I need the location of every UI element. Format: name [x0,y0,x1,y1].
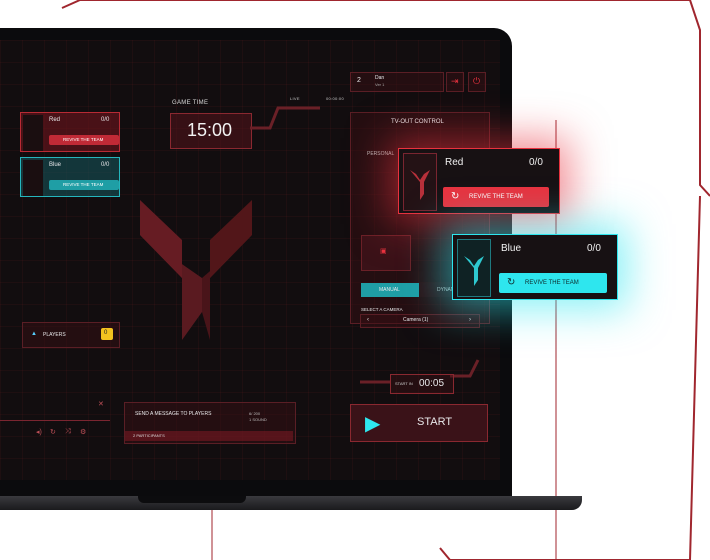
team-name: Red [49,117,61,123]
message-target-select[interactable]: 2 PARTICIPANTS [125,431,293,441]
user-count: 2 [357,77,361,84]
laptop-screen: GAME TIME 15:00 LIVE 00:00:00 2 Dan Ver … [0,40,500,480]
user-role: Ver 1 [375,82,385,87]
start-label: START [417,416,453,428]
team-name: Red [445,157,464,168]
user-info[interactable]: 2 Dan Ver 1 [350,72,444,92]
laptop-base [0,496,582,510]
players-icon: ▲ [31,331,37,337]
players-panel[interactable]: ▲ PLAYERS 0 [22,322,120,348]
message-target: 2 PARTICIPANTS [133,433,165,438]
message-label: SEND A MESSAGE TO PLAYERS [135,411,212,417]
message-panel[interactable]: SEND A MESSAGE TO PLAYERS 6/ 200 1 SOUND… [124,402,296,444]
brand-logo [140,200,252,340]
laptop-notch [138,496,246,503]
team-name: Blue [501,243,522,254]
game-time-box: 15:00 [170,113,252,149]
close-icon[interactable]: ✕ [98,400,104,408]
logout-icon: ⇥ [451,76,459,86]
settings-icon[interactable]: ⚙ [80,428,86,436]
revive-button[interactable]: REVIVE THE TEAM [49,180,119,190]
camera-select[interactable]: ‹ Camera (1) › [360,314,480,328]
countdown-value: 00:05 [419,378,445,389]
live-label: LIVE [290,96,300,101]
revive-label: REVIVE THE TEAM [63,182,104,187]
power-icon: ⏻ [473,76,481,86]
wire-decoration [250,106,320,130]
big-team-card-blue[interactable]: Blue 0/0 ↻ REVIVE THE TEAM [452,234,618,300]
revive-label: REVIVE THE TEAM [469,194,523,200]
revive-button[interactable]: ↻ REVIVE THE TEAM [499,273,607,293]
revive-button[interactable]: ↻ REVIVE THE TEAM [443,187,549,207]
refresh-icon: ↻ [451,191,460,202]
team-score: 0/0 [101,162,110,168]
logout-button[interactable]: ⇥ [446,72,464,92]
revive-label: REVIVE THE TEAM [63,137,104,142]
refresh-icon: ↻ [507,277,516,288]
volume-icon[interactable]: ◂) [36,428,42,436]
mode-label: MANUAL [379,287,400,293]
revive-button[interactable]: REVIVE THE TEAM [49,135,119,145]
team-logo [457,239,491,297]
team-logo [23,115,43,151]
team-card-red[interactable]: Red 0/0 REVIVE THE TEAM [20,112,120,152]
start-countdown: START IN 00:05 [390,374,454,394]
start-button[interactable]: ▶ START [350,404,488,442]
mode-manual[interactable]: MANUAL [361,283,419,297]
user-name: Dan [375,75,385,81]
shuffle-icon[interactable]: ⤨ [65,428,71,436]
big-team-card-red[interactable]: Red 0/0 ↻ REVIVE THE TEAM [398,148,560,214]
refresh-icon[interactable]: ↻ [50,428,56,436]
next-camera-button[interactable]: › [469,317,471,323]
game-time-label: GAME TIME [172,100,209,106]
play-icon: ▶ [365,413,381,435]
team-score: 0/0 [587,243,601,254]
team-logo [23,160,43,196]
game-time-value: 15:00 [187,120,233,140]
players-count-badge: 0 [101,328,113,340]
start-in-label: START IN [395,381,413,386]
revive-label: REVIVE THE TEAM [525,280,579,286]
timeline-bar[interactable] [0,420,110,421]
camera-value: Camera (1) [403,317,429,323]
tv-out-title: TV-OUT CONTROL [391,119,444,125]
team-logo [403,153,437,211]
select-camera-label: SELECT A CAMERA [361,307,403,312]
prev-camera-button[interactable]: ‹ [367,317,369,323]
message-meta2: 1 SOUND [249,417,267,422]
live-timer: 00:00:00 [326,96,344,101]
team-card-blue[interactable]: Blue 0/0 REVIVE THE TEAM [20,157,120,197]
team-score: 0/0 [101,117,110,123]
camera-icon: ▣ [380,248,387,255]
team-score: 0/0 [529,157,543,168]
players-count: 0 [104,330,108,336]
power-button[interactable]: ⏻ [468,72,486,92]
cam-3-tile[interactable]: ▣ [361,235,411,271]
message-meta: 6/ 200 [249,411,261,416]
personal-tab[interactable]: PERSONAL [367,151,394,157]
players-label: PLAYERS [43,332,66,338]
team-name: Blue [49,162,62,168]
